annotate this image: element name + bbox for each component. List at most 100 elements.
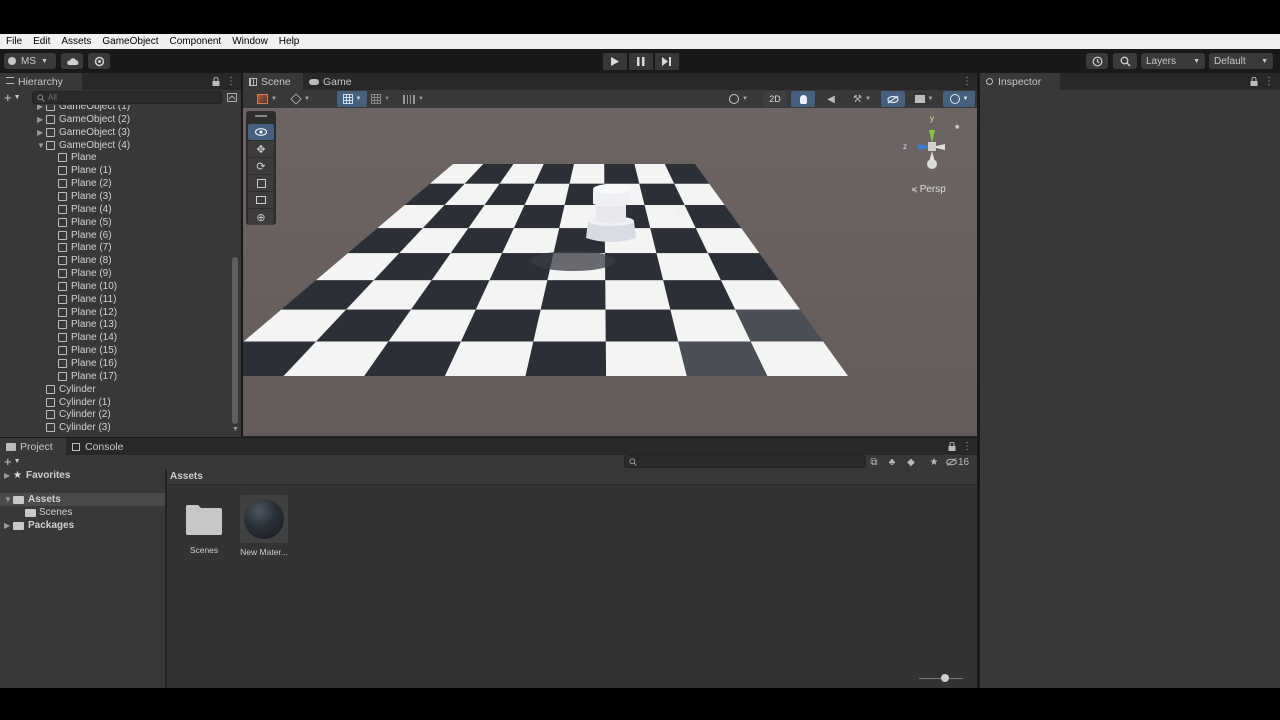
hierarchy-item[interactable]: Plane (16) <box>0 357 117 370</box>
hierarchy-item[interactable]: Plane (8) <box>0 254 112 267</box>
lock-icon[interactable] <box>944 438 960 454</box>
menu-help[interactable]: Help <box>279 36 300 47</box>
scene-visibility-icon[interactable] <box>224 89 240 105</box>
project-search-input[interactable] <box>624 455 866 468</box>
hierarchy-item[interactable]: Plane (12) <box>0 306 117 319</box>
cloud-button[interactable] <box>61 53 83 69</box>
expand-icon[interactable]: ▶ <box>37 105 46 111</box>
hierarchy-item[interactable]: Plane (4) <box>0 203 112 216</box>
view-tool-button[interactable] <box>248 124 274 140</box>
favorites-row[interactable]: ▶ ★ Favorites <box>4 469 70 482</box>
toggle-2d-button[interactable]: 2D <box>763 91 787 107</box>
collapse-icon[interactable]: ▼ <box>37 141 46 150</box>
shading-mode-dropdown[interactable]: ▼ <box>729 92 759 106</box>
hierarchy-item[interactable]: ▶ GameObject (2) <box>0 113 130 126</box>
hierarchy-item[interactable]: Cylinder (2) <box>0 408 111 421</box>
asset-tile[interactable]: Scenes <box>181 497 227 557</box>
more-options-icon[interactable]: ⋮ <box>1261 73 1277 89</box>
play-button[interactable] <box>603 53 627 70</box>
align-dropdown[interactable]: ▼ <box>403 92 431 106</box>
scene-visibility-toggle[interactable] <box>881 91 905 107</box>
gizmo-lock-icon[interactable]: ■ <box>955 124 959 131</box>
more-options-icon[interactable]: ⋮ <box>959 73 975 89</box>
transform-tool-button[interactable]: ⊕ <box>248 209 274 225</box>
menu-window[interactable]: Window <box>232 36 268 47</box>
hierarchy-item[interactable]: Plane (14) <box>0 331 117 344</box>
more-options-icon[interactable]: ⋮ <box>959 438 975 454</box>
hierarchy-item[interactable]: Plane (10) <box>0 280 117 293</box>
expand-icon[interactable]: ▶ <box>37 128 46 137</box>
filter-type-icon[interactable]: ♣ <box>884 454 900 470</box>
draw-mode-dropdown[interactable]: ▼ <box>257 92 283 106</box>
lighting-toggle[interactable] <box>791 91 815 107</box>
hierarchy-item[interactable]: Plane (17) <box>0 370 117 383</box>
hierarchy-item[interactable]: Plane (11) <box>0 293 116 306</box>
hierarchy-item[interactable]: Plane (5) <box>0 216 112 229</box>
lock-icon[interactable] <box>1246 73 1262 89</box>
create-button[interactable]: + ▼ <box>4 90 26 105</box>
expand-icon[interactable]: ▶ <box>37 115 46 124</box>
camera-dropdown[interactable]: ▼ <box>909 91 939 107</box>
collab-button[interactable] <box>88 53 110 69</box>
increment-snap-dropdown[interactable]: ▼ <box>371 92 397 106</box>
grid-snap-button[interactable]: ▼ <box>337 91 367 107</box>
more-options-icon[interactable]: ⋮ <box>223 73 239 89</box>
hierarchy-item[interactable]: Cylinder (3) <box>0 421 111 434</box>
hierarchy-item[interactable]: Cylinder <box>0 383 96 396</box>
hierarchy-item[interactable]: Cylinder (1) <box>0 396 111 409</box>
move-tool-button[interactable]: ✥ <box>248 141 274 157</box>
orientation-gizmo[interactable]: y z ■ <box>899 114 963 176</box>
label-tag-icon[interactable]: ◆ <box>903 454 919 470</box>
scene-viewport[interactable]: ✥ ⟳ ⊕ y z ■ ≼ Persp <box>243 108 977 436</box>
hierarchy-item[interactable]: Plane (3) <box>0 190 112 203</box>
drag-handle-icon[interactable] <box>255 115 267 117</box>
layers-dropdown[interactable]: Layers ▼ <box>1141 53 1205 69</box>
hierarchy-item[interactable]: Plane (15) <box>0 344 117 357</box>
rotate-tool-button[interactable]: ⟳ <box>248 158 274 174</box>
audio-toggle[interactable]: ◀ <box>819 91 843 107</box>
hierarchy-item[interactable]: Plane (9) <box>0 267 112 280</box>
lock-icon[interactable] <box>208 73 224 89</box>
step-button[interactable] <box>655 53 679 70</box>
tab-game[interactable]: Game <box>303 73 359 90</box>
pause-button[interactable] <box>629 53 653 70</box>
menu-gameobject[interactable]: GameObject <box>102 36 158 47</box>
hierarchy-item[interactable]: Plane (13) <box>0 318 117 331</box>
rect-tool-button[interactable] <box>248 192 274 208</box>
assets-row[interactable]: ▼ Assets <box>4 493 61 506</box>
hierarchy-item[interactable]: Plane <box>0 151 97 164</box>
hierarchy-item[interactable]: Plane (2) <box>0 177 112 190</box>
tab-scene[interactable]: Scene <box>243 73 303 90</box>
history-button[interactable] <box>1086 53 1108 69</box>
menu-edit[interactable]: Edit <box>33 36 50 47</box>
layout-dropdown[interactable]: Default ▼ <box>1209 53 1273 69</box>
account-dropdown[interactable]: MS ▼ <box>4 53 56 69</box>
asset-tile[interactable]: New Mater... <box>239 495 289 557</box>
hidden-packages-toggle[interactable]: 16 <box>946 455 969 469</box>
hierarchy-item[interactable]: ▶ GameObject (1) <box>0 105 130 113</box>
scroll-down-icon[interactable]: ▼ <box>232 426 239 433</box>
tab-inspector[interactable]: Inspector <box>980 73 1060 90</box>
menu-component[interactable]: Component <box>170 36 222 47</box>
create-asset-button[interactable]: + ▼ <box>4 454 26 469</box>
scale-tool-button[interactable] <box>248 175 274 191</box>
projection-toggle[interactable]: ≼ Persp <box>911 184 946 195</box>
effects-dropdown[interactable]: ⚒ ▼ <box>847 91 877 107</box>
tab-console[interactable]: Console <box>66 438 132 455</box>
hierarchy-item[interactable]: Plane (7) <box>0 241 112 254</box>
hierarchy-item[interactable]: Plane (6) <box>0 229 112 242</box>
breadcrumb-assets[interactable]: Assets <box>170 471 203 482</box>
star-icon[interactable]: ★ <box>926 454 942 470</box>
tab-project[interactable]: Project <box>0 438 66 455</box>
tab-hierarchy[interactable]: Hierarchy <box>0 73 82 90</box>
search-button[interactable] <box>1113 53 1137 69</box>
search-by-type-icon[interactable]: ⧉ <box>866 454 882 470</box>
gizmos-dropdown[interactable]: ▼ <box>943 91 975 107</box>
hierarchy-scroll-thumb[interactable] <box>232 257 238 424</box>
menu-assets[interactable]: Assets <box>61 36 91 47</box>
render-mode-dropdown[interactable]: ▼ <box>290 92 317 106</box>
hierarchy-scrollbar[interactable]: ▼ <box>230 105 241 437</box>
thumbnail-size-slider-thumb[interactable] <box>941 674 949 682</box>
hierarchy-search-input[interactable]: All <box>32 91 222 104</box>
hierarchy-item[interactable]: Plane (1) <box>0 164 112 177</box>
